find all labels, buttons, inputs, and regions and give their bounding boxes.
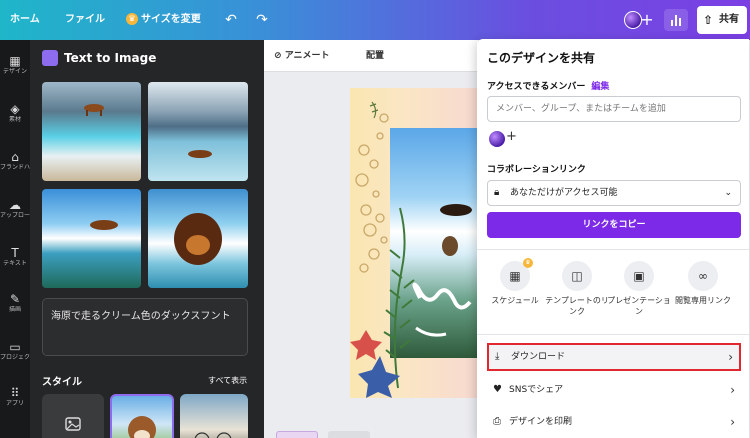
- animate-button[interactable]: ⊘ アニメート: [274, 40, 330, 72]
- download-row[interactable]: ⤓ ダウンロード ›: [487, 343, 741, 371]
- see-all-link[interactable]: すべて表示: [208, 375, 247, 386]
- share-dialog-title: このデザインを共有: [487, 51, 596, 65]
- calendar-icon: ▦ ♛: [500, 258, 533, 291]
- chevron-down-icon: ⌄: [724, 188, 732, 198]
- nav-upload[interactable]: ☁アップロード: [0, 198, 30, 220]
- redo-icon[interactable]: ↷: [252, 10, 272, 30]
- generated-image-4[interactable]: [148, 189, 248, 288]
- lock-icon: 🔒︎: [494, 187, 500, 198]
- nav-design[interactable]: ▦ デザイン: [0, 54, 30, 76]
- share-dialog: このデザインを共有 アクセスできるメンバー編集 + コラボレーションリンク 🔒︎…: [477, 39, 749, 438]
- undo-icon[interactable]: ↶: [221, 10, 241, 30]
- crown-badge-icon: ♛: [523, 258, 533, 268]
- image-icon: [65, 417, 81, 431]
- option-schedule[interactable]: ▦ ♛ スケジュール: [483, 258, 547, 306]
- dog-illustration: [84, 104, 104, 116]
- access-members-label: アクセスできるメンバー 編集: [487, 82, 610, 92]
- nav-elements[interactable]: ◈ 素材: [0, 102, 30, 124]
- nav-text[interactable]: T テキスト: [0, 246, 30, 268]
- bar-chart-icon: [671, 15, 681, 26]
- nav-apps[interactable]: ⠿ アプリ: [0, 386, 30, 408]
- left-nav: ▦デザイン ◈素材 ⌂ブランドハブ ☁アップロード Tテキスト ✎描画 ▭プロジ…: [0, 40, 30, 438]
- dog-illustration: [174, 213, 222, 265]
- blue-starfish: [358, 356, 400, 398]
- print-icon: ⎙: [493, 416, 501, 427]
- file-menu[interactable]: ファイル: [65, 0, 105, 40]
- heart-icon: ♥: [493, 384, 502, 395]
- generated-image-2[interactable]: [148, 82, 248, 181]
- present-icon: ▣: [624, 261, 654, 291]
- nav-projects[interactable]: ▭プロジェクト: [0, 340, 30, 362]
- panel-title: Text to Image: [42, 48, 156, 68]
- nav-brand[interactable]: ⌂ブランドハブ: [0, 150, 30, 172]
- option-template-link[interactable]: ◫ テンプレートのリンク: [545, 261, 609, 317]
- page-thumbnail-2[interactable]: [328, 431, 370, 438]
- bicycle-illustration: [194, 432, 232, 438]
- download-icon: ⤓: [495, 351, 500, 362]
- text-to-image-panel: Text to Image 海原で走るクリーム色のダックスフント スタイル すべ…: [30, 40, 264, 438]
- style-photo[interactable]: [110, 394, 174, 438]
- resize-label: サイズを変更: [141, 14, 201, 25]
- layout-icon: ▦: [9, 54, 21, 68]
- share-label: 共有: [719, 14, 739, 25]
- design-page[interactable]: [350, 88, 478, 398]
- link-icon: ∞: [688, 261, 718, 291]
- style-bicycle[interactable]: [180, 394, 248, 438]
- generated-image-3[interactable]: [42, 189, 141, 288]
- divider: [477, 334, 749, 335]
- generated-image-1[interactable]: [42, 82, 141, 181]
- chevron-right-icon: ›: [730, 415, 735, 429]
- home-button[interactable]: ホーム: [10, 0, 40, 40]
- add-member-icon[interactable]: +: [506, 129, 517, 144]
- share-button[interactable]: ⇧ 共有: [697, 6, 747, 34]
- divider: [477, 249, 749, 250]
- copy-link-button[interactable]: リンクをコピー: [487, 212, 741, 238]
- dog-illustration: [188, 150, 212, 158]
- edit-access-link[interactable]: 編集: [591, 82, 609, 92]
- app-logo-icon: [42, 49, 58, 66]
- top-bar: ホーム ファイル ♛ サイズを変更 ↶ ↷ + ⇧ 共有: [0, 0, 750, 40]
- resize-button[interactable]: ♛ サイズを変更: [126, 0, 201, 40]
- access-level-select[interactable]: 🔒︎ あなただけがアクセス可能 ⌄: [487, 180, 741, 206]
- style-heading: スタイル: [42, 377, 82, 388]
- sns-share-row[interactable]: ♥ SNSでシェア ›: [487, 376, 741, 404]
- share-upload-icon: ⇧: [703, 13, 714, 27]
- add-member-input[interactable]: [487, 96, 741, 122]
- member-avatar: [489, 131, 505, 147]
- apps-icon: ⠿: [10, 386, 20, 400]
- draw-icon: ✎: [9, 292, 21, 306]
- upload-icon: ☁: [9, 198, 21, 212]
- crown-icon: ♛: [126, 13, 138, 25]
- position-button[interactable]: 配置: [366, 40, 384, 72]
- dog-face-illustration: [128, 416, 156, 438]
- option-present[interactable]: ▣ プレゼンテーション: [607, 261, 671, 317]
- collab-link-label: コラボレーションリンク: [487, 165, 586, 175]
- option-view-only-link[interactable]: ∞ 閲覧専用リンク: [671, 261, 735, 306]
- page-thumbnail-1[interactable]: [276, 431, 318, 438]
- canvas-toolbar: ⊘ アニメート 配置: [264, 40, 478, 72]
- animate-icon: ⊘: [274, 51, 285, 61]
- text-icon: T: [11, 246, 19, 260]
- template-icon: ◫: [562, 261, 592, 291]
- nav-draw[interactable]: ✎ 描画: [0, 292, 30, 314]
- seaweed-and-stars: [350, 207, 472, 398]
- chevron-right-icon: ›: [728, 350, 733, 364]
- chevron-right-icon: ›: [730, 383, 735, 397]
- print-row[interactable]: ⎙ デザインを印刷 ›: [487, 408, 741, 436]
- folder-icon: ▭: [9, 340, 21, 354]
- add-member-plus-icon[interactable]: +: [637, 10, 657, 30]
- enjoy-script-lettering: [412, 282, 472, 310]
- dog-illustration: [90, 220, 118, 230]
- elements-icon: ◈: [10, 102, 20, 116]
- prompt-textarea[interactable]: 海原で走るクリーム色のダックスフント: [42, 298, 248, 356]
- insights-button[interactable]: [664, 9, 688, 31]
- red-starfish: [350, 330, 382, 360]
- brand-icon: ⌂: [11, 150, 19, 164]
- style-none[interactable]: [42, 394, 104, 438]
